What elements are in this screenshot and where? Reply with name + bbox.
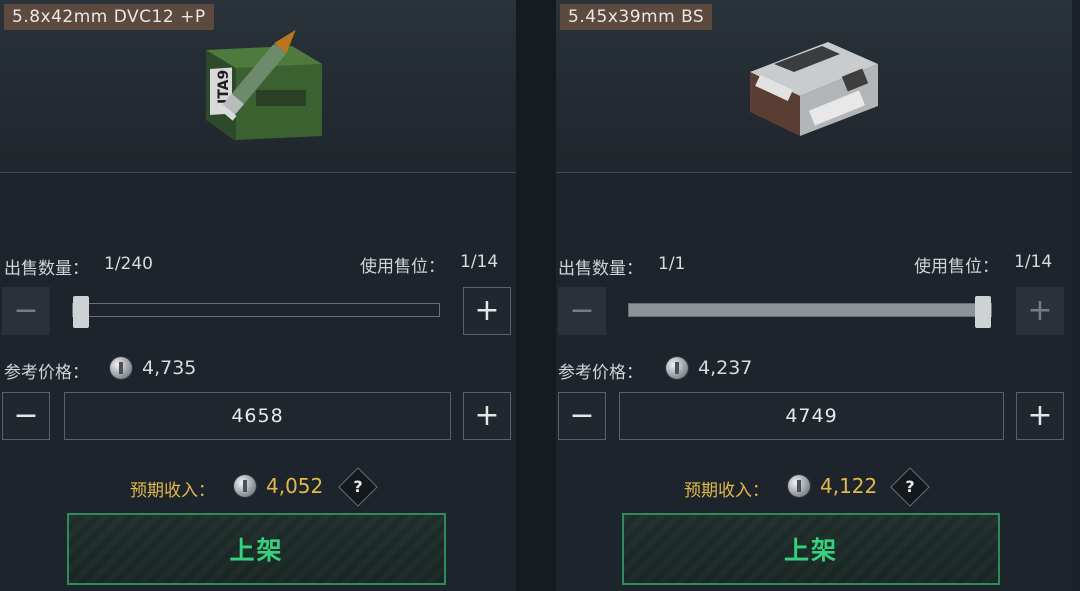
item-name-tag: 5.45x39mm BS: [560, 4, 713, 30]
item-image-box: 5.8x42mm DVC12 +P ITA9: [0, 0, 516, 173]
help-symbol: ?: [905, 477, 915, 496]
coin-icon: [234, 475, 256, 497]
sell-quantity-value: 1/1: [658, 254, 686, 274]
price-plus-button[interactable]: +: [1016, 392, 1064, 440]
sell-panel-left: 5.8x42mm DVC12 +P ITA9 出售数量： 1/240 使用售位：…: [0, 0, 516, 591]
help-symbol: ?: [353, 477, 363, 496]
slot-value: 1/14: [460, 252, 499, 272]
help-icon[interactable]: ?: [890, 467, 930, 507]
reference-price-value: 4,735: [142, 357, 197, 379]
item-name-tag: 5.8x42mm DVC12 +P: [4, 4, 214, 30]
sell-quantity-label: 出售数量：: [4, 259, 89, 279]
price-minus-button[interactable]: −: [558, 392, 606, 440]
quantity-minus-button[interactable]: −: [558, 287, 606, 335]
price-minus-button[interactable]: −: [2, 392, 50, 440]
expected-income-label: 预期收入：: [130, 481, 215, 501]
price-input[interactable]: 4658: [64, 392, 451, 440]
plus-icon: +: [1027, 293, 1053, 328]
quantity-minus-button[interactable]: −: [2, 287, 50, 335]
slider-handle[interactable]: [73, 296, 89, 328]
help-icon[interactable]: ?: [338, 467, 378, 507]
quantity-slider[interactable]: [628, 296, 992, 328]
bullet-icon: [217, 29, 296, 121]
minus-icon: −: [569, 398, 595, 433]
price-input[interactable]: 4749: [619, 392, 1004, 440]
panel-divider: [516, 0, 556, 591]
minus-icon: −: [13, 398, 39, 433]
sell-panel-right: 5.45x39mm BS 出售数量： 1/1 使用售位： 1/14 − + 参考…: [556, 0, 1072, 591]
slot-label: 使用售位：: [914, 257, 999, 277]
list-button-label: 上架: [783, 536, 838, 565]
plus-icon: +: [1027, 398, 1053, 433]
expected-income-value: 4,122: [820, 474, 878, 498]
minus-icon: −: [13, 293, 39, 328]
list-item-button[interactable]: 上架: [622, 513, 1000, 585]
list-item-button[interactable]: 上架: [67, 513, 446, 585]
item-image-box: 5.45x39mm BS: [556, 0, 1072, 173]
sell-quantity-label: 出售数量：: [558, 259, 643, 279]
sell-quantity-value: 1/240: [104, 254, 153, 274]
slider-handle[interactable]: [975, 296, 991, 328]
quantity-slider[interactable]: [72, 296, 440, 328]
reference-price-label: 参考价格：: [4, 363, 89, 383]
reference-price-label: 参考价格：: [558, 363, 643, 383]
quantity-plus-button[interactable]: +: [1016, 287, 1064, 335]
coin-icon: [110, 357, 132, 379]
list-button-label: 上架: [229, 536, 284, 565]
price-plus-button[interactable]: +: [463, 392, 511, 440]
minus-icon: −: [569, 293, 595, 328]
plus-icon: +: [474, 293, 500, 328]
expected-income-value: 4,052: [266, 474, 324, 498]
coin-icon: [788, 475, 810, 497]
slider-fill: [629, 304, 983, 316]
ammo-box-icon: [750, 42, 878, 136]
coin-icon: [666, 357, 688, 379]
plus-icon: +: [474, 398, 500, 433]
expected-income-label: 预期收入：: [684, 481, 769, 501]
slot-value: 1/14: [1014, 252, 1053, 272]
slot-label: 使用售位：: [360, 257, 445, 277]
quantity-plus-button[interactable]: +: [463, 287, 511, 335]
reference-price-value: 4,237: [698, 357, 753, 379]
